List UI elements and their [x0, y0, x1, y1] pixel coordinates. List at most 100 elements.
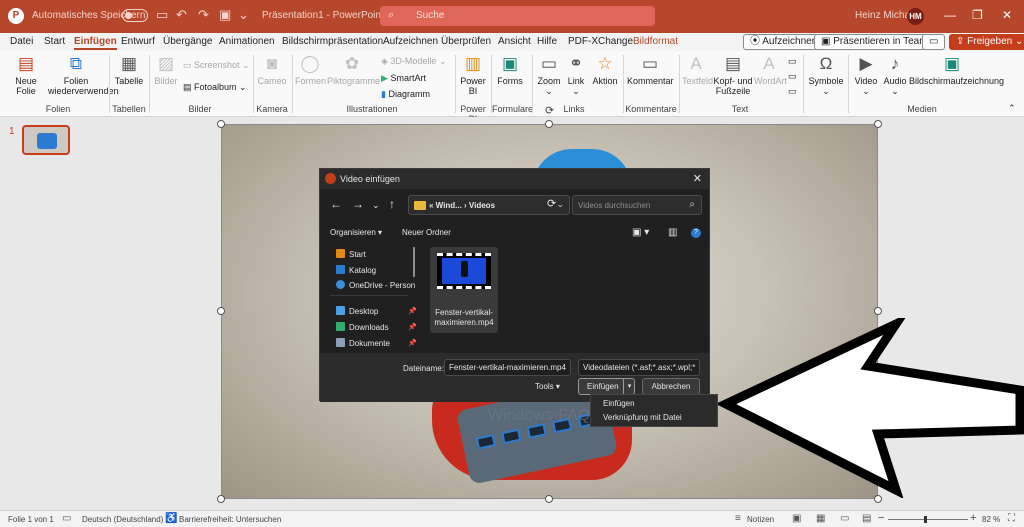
collapse-ribbon-icon[interactable]: ⌃	[1008, 103, 1016, 114]
new-slide-button[interactable]: ▤ Neue Folie	[8, 54, 44, 96]
view-options-icon[interactable]: ▣ ▾	[632, 227, 649, 238]
up-arrow-icon[interactable]: ↑	[389, 197, 395, 211]
screen-recording-button[interactable]: ▣ Bildschirmaufzeichnung	[909, 54, 1004, 86]
text-extra-icon-2[interactable]: ▭	[788, 71, 797, 82]
zoom-in-icon[interactable]: +	[970, 512, 976, 524]
table-button[interactable]: ▦ Tabelle	[113, 54, 145, 86]
resize-handle-top[interactable]	[545, 120, 553, 128]
tab-uebergaenge[interactable]: Übergänge	[163, 36, 212, 47]
quick-access-dropdown-icon[interactable]: ⌄	[238, 7, 249, 23]
language-label[interactable]: Deutsch (Deutschland)	[82, 515, 163, 524]
share-button[interactable]: ⇪ Freigeben ⌄	[949, 34, 1024, 50]
address-bar[interactable]: « Wind... › Videos ⌄	[408, 195, 570, 215]
filetype-select[interactable]: Videodateien (*.asf;*.asx;*.wpl;*	[578, 359, 700, 376]
screenshot-button[interactable]: ▭ Screenshot ⌄	[183, 60, 250, 71]
refresh-icon[interactable]: ⟳	[547, 197, 556, 210]
shapes-button[interactable]: ◯ Formen	[295, 54, 326, 86]
zoom-button[interactable]: ▭ Zoom ⌄	[536, 54, 562, 96]
forms-button[interactable]: ▣ Forms	[496, 54, 524, 86]
present-icon[interactable]: ▣	[219, 7, 231, 23]
text-extra-icon-1[interactable]: ▭	[788, 56, 797, 67]
tab-entwurf[interactable]: Entwurf	[121, 36, 155, 47]
nav-item-start[interactable]: Start	[336, 249, 366, 259]
nav-item-katalog[interactable]: Katalog	[336, 265, 376, 275]
resize-handle-top-right[interactable]	[874, 120, 882, 128]
pin-icon[interactable]: 📌	[408, 307, 417, 315]
zoom-out-icon[interactable]: −	[878, 512, 884, 524]
cancel-button[interactable]: Abbrechen	[642, 378, 700, 395]
cameo-button[interactable]: ◙ Cameo	[257, 54, 287, 86]
action-button[interactable]: ☆ Aktion	[590, 54, 620, 86]
organize-button[interactable]: Organisieren ▾	[330, 228, 382, 237]
tools-button[interactable]: Tools ▾	[535, 382, 560, 391]
help-icon[interactable]: ?	[691, 228, 701, 238]
insert-button[interactable]: Einfügen ▾	[578, 378, 635, 395]
comments-icon[interactable]: ▭	[922, 34, 946, 50]
tab-ueberpruefen[interactable]: Überprüfen	[441, 36, 491, 47]
notes-button[interactable]: Notizen	[747, 515, 774, 524]
resize-handle-right[interactable]	[874, 307, 882, 315]
search-box[interactable]: ⌕ Suche	[380, 6, 655, 26]
video-button[interactable]: ▶ Video ⌄	[852, 54, 880, 96]
close-icon[interactable]: ✕	[1002, 8, 1012, 22]
record-button[interactable]: ⦿ Aufzeichnen	[743, 34, 825, 50]
nav-item-downloads[interactable]: Downloads	[336, 322, 389, 332]
chart-button[interactable]: ▮ Diagramm	[381, 89, 430, 100]
navigation-scrollbar[interactable]	[413, 247, 415, 277]
header-footer-button[interactable]: ▤ Kopf- und Fußzeile	[713, 54, 753, 96]
tab-bildformat[interactable]: Bildformat	[633, 36, 678, 47]
reuse-slides-button[interactable]: ⧉ Folien wiederverwenden	[48, 54, 119, 96]
nav-item-onedrive[interactable]: OneDrive - Person	[336, 280, 415, 290]
accessibility-label[interactable]: Barrierefreiheit: Untersuchen	[179, 515, 281, 524]
tab-hilfe[interactable]: Hilfe	[537, 36, 557, 47]
pin-icon[interactable]: 📌	[408, 323, 417, 331]
zoom-level[interactable]: 82 %	[982, 515, 1000, 524]
filename-input[interactable]: Fenster-vertikal-maximieren.mp4	[444, 359, 571, 376]
power-bi-button[interactable]: ▥ Power BI	[458, 54, 488, 96]
search-input[interactable]: Videos durchsuchen ⌕	[572, 195, 702, 215]
forward-arrow-icon[interactable]: →	[352, 197, 364, 211]
file-item-video[interactable]: Fenster-vertikal-maximieren.mp4	[430, 247, 498, 333]
menu-item-insert[interactable]: Einfügen	[603, 399, 635, 408]
close-icon[interactable]: ✕	[693, 172, 702, 185]
tab-aufzeichnen[interactable]: Aufzeichnen	[383, 36, 438, 47]
pin-icon[interactable]: 📌	[408, 339, 417, 347]
save-icon[interactable]: ▭	[156, 7, 168, 23]
slide-sorter-icon[interactable]: ▦	[816, 513, 825, 524]
menu-item-link-to-file[interactable]: Verknüpfung mit Datei	[603, 413, 682, 422]
normal-view-icon[interactable]: ▣	[792, 513, 801, 524]
fit-to-window-icon[interactable]: ⛶	[1008, 513, 1015, 524]
tab-ansicht[interactable]: Ansicht	[498, 36, 531, 47]
images-button[interactable]: ▨ Bilder	[152, 54, 180, 86]
tab-einfuegen[interactable]: Einfügen	[74, 36, 117, 50]
text-extra-icon-3[interactable]: ▭	[788, 86, 797, 97]
tab-bildschirmpraesentation[interactable]: Bildschirmpräsentation	[282, 36, 383, 47]
resize-handle-left[interactable]	[217, 307, 225, 315]
comment-button[interactable]: ▭ Kommentar	[627, 54, 674, 86]
tab-pdf-xchange[interactable]: PDF-XChange	[568, 36, 633, 47]
redo-icon[interactable]: ↷	[198, 7, 209, 23]
photo-album-button[interactable]: ▤ Fotoalbum ⌄	[183, 82, 247, 93]
symbols-button[interactable]: Ω Symbole ⌄	[808, 54, 844, 96]
zoom-slider-thumb[interactable]	[924, 516, 927, 523]
audio-button[interactable]: ♪ Audio ⌄	[881, 54, 909, 96]
recent-locations-icon[interactable]: ⌄	[372, 200, 380, 211]
link-button[interactable]: ⚭ Link ⌄	[564, 54, 588, 96]
wordart-button[interactable]: A WordArt	[754, 54, 787, 86]
textfield-button[interactable]: A Textfeld	[682, 54, 713, 86]
preview-pane-icon[interactable]: ▥	[668, 227, 677, 238]
minimize-icon[interactable]: —	[944, 8, 956, 22]
zoom-slider[interactable]	[888, 516, 968, 523]
resize-handle-bottom[interactable]	[545, 495, 553, 503]
reading-view-icon[interactable]: ▭	[840, 513, 849, 524]
accessibility-icon[interactable]: ♿	[165, 513, 177, 524]
nav-item-documents[interactable]: Dokumente	[336, 338, 390, 348]
smartart-button[interactable]: ▶ SmartArt	[381, 73, 426, 84]
resize-handle-bottom-left[interactable]	[217, 495, 225, 503]
pictograms-button[interactable]: ✿ Piktogramme	[327, 54, 380, 86]
new-folder-button[interactable]: Neuer Ordner	[402, 228, 451, 237]
slide-thumbnail[interactable]	[22, 125, 70, 155]
avatar[interactable]: HM	[907, 8, 924, 25]
3d-models-button[interactable]: ◈ 3D-Modelle ⌄	[381, 56, 447, 67]
maximize-icon[interactable]: ❐	[972, 8, 983, 22]
